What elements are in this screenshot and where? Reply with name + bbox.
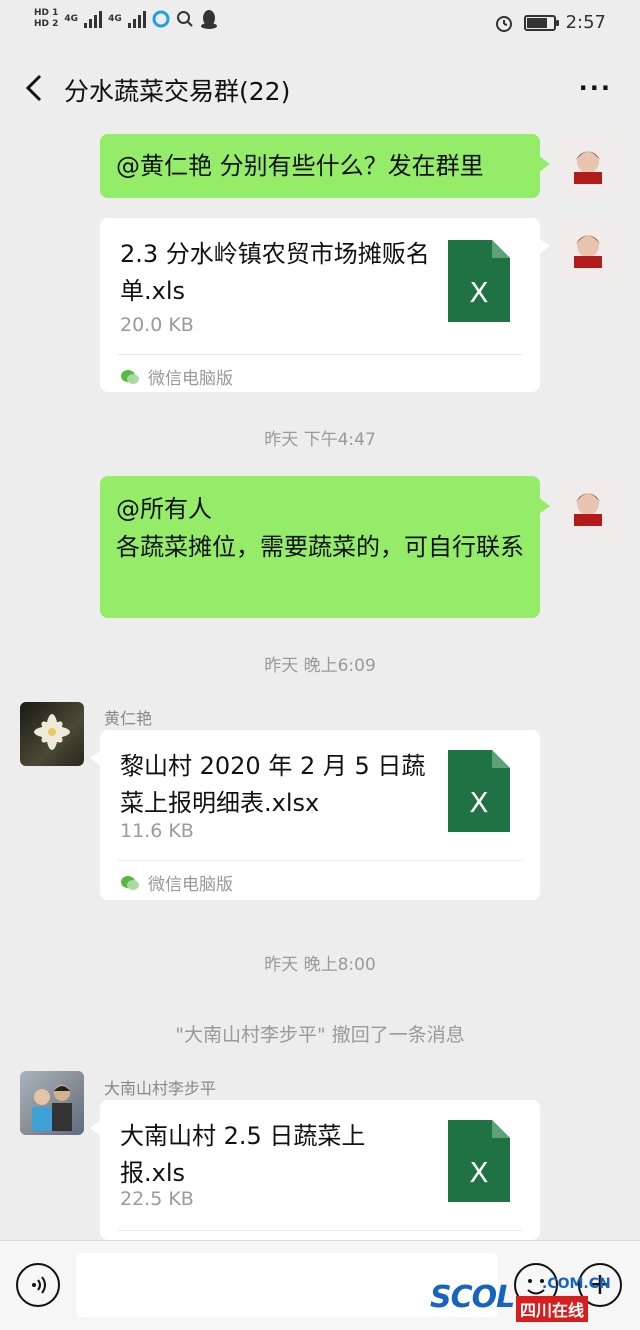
search-notification-icon: [176, 11, 193, 27]
sender-name: 黄仁艳: [104, 709, 153, 728]
chat-header: 分水蔬菜交易群(22) ···: [0, 48, 640, 128]
file-size: 22.5 KB: [120, 1188, 194, 1210]
voice-wave-icon: [32, 1276, 46, 1294]
timestamp: 昨天 晚上6:09: [264, 656, 376, 676]
chat-title: 分水蔬菜交易群(22): [64, 77, 291, 106]
file-message-card[interactable]: 大南山村 2.5 日蔬菜上报.xls 22.5 KB X: [90, 1100, 540, 1240]
my-avatar[interactable]: [556, 134, 620, 198]
my-avatar[interactable]: [556, 218, 620, 282]
recall-notice: "大南山村李步平" 撤回了一条消息: [175, 1024, 465, 1046]
hd-indicator: HD 1 HD 2: [34, 8, 58, 30]
file-source: 微信电脑版: [120, 364, 233, 389]
divider: [118, 354, 522, 355]
wechat-logo-icon: [121, 369, 139, 384]
hd2-label: HD 2: [34, 19, 59, 29]
message-text-line: @所有人: [116, 495, 212, 523]
message-bubble-outgoing[interactable]: @黄仁艳 分别有些什么？发在群里: [100, 134, 550, 198]
file-source-label: 微信电脑版: [148, 875, 233, 895]
hd1-label: HD 1: [34, 8, 59, 18]
message-text: @黄仁艳 分别有些什么？发在群里: [116, 152, 484, 180]
excel-icon-letter: X: [469, 276, 488, 309]
network1-label: 4G: [64, 14, 79, 24]
watermark-domain: .COM.CN: [542, 1276, 611, 1292]
flower-avatar-icon: [34, 714, 70, 750]
qq-penguin-icon: [200, 10, 217, 29]
file-name: 大南山村 2.5 日蔬菜上报.xls: [120, 1122, 366, 1187]
excel-file-icon: X: [448, 1120, 510, 1202]
voice-input-button[interactable]: [16, 1263, 60, 1307]
timestamp: 昨天 晚上8:00: [264, 955, 376, 975]
sender-avatar[interactable]: [20, 702, 84, 766]
excel-file-icon: X: [448, 240, 510, 322]
avatar-cartoon-icon: [574, 151, 602, 184]
file-source: 微信电脑版: [120, 870, 233, 895]
sender-name: 大南山村李步平: [104, 1079, 217, 1098]
status-bar: HD 1 HD 2 4G 4G 2:57: [0, 0, 640, 48]
watermark-brand: SCOL: [430, 1280, 515, 1315]
avatar-cartoon-icon: [574, 235, 602, 268]
wechat-logo-icon: [121, 875, 139, 890]
status-right: 2:57: [494, 12, 606, 33]
file-name: 黎山村 2020 年 2 月 5 日蔬菜上报明细表.xlsx: [120, 752, 426, 817]
timestamp: 昨天 下午4:47: [264, 430, 376, 450]
signal1-icon: [84, 10, 103, 28]
file-size: 20.0 KB: [120, 314, 194, 336]
excel-icon-letter: X: [469, 786, 488, 819]
sender-avatar[interactable]: [20, 1071, 84, 1135]
scol-watermark-logo: SCOL .COM.CN 四川在线: [430, 1276, 630, 1322]
more-options-icon[interactable]: ···: [579, 74, 612, 102]
message-bubble-outgoing[interactable]: @所有人 各蔬菜摊位，需要蔬菜的，可自行联系: [100, 476, 550, 618]
file-source-label: 微信电脑版: [148, 369, 233, 389]
file-message-card[interactable]: 2.3 分水岭镇农贸市场摊贩名单.xls 20.0 KB X 微信电脑版: [100, 218, 550, 392]
status-left: HD 1 HD 2 4G 4G: [34, 8, 218, 30]
status-time: 2:57: [565, 12, 606, 33]
battery-icon: [523, 14, 559, 31]
children-photo-avatar-icon: [32, 1085, 72, 1131]
excel-icon-letter: X: [469, 1156, 488, 1189]
alarm-clock-icon: [495, 15, 512, 32]
divider: [118, 860, 522, 861]
back-arrow-icon[interactable]: [20, 72, 52, 104]
battery-level-fill: [526, 17, 548, 28]
message-text-line: 各蔬菜摊位，需要蔬菜的，可自行联系: [116, 533, 524, 561]
avatar-cartoon-icon: [574, 493, 602, 526]
file-name: 2.3 分水岭镇农贸市场摊贩名单.xls: [120, 240, 430, 305]
file-message-card[interactable]: 黎山村 2020 年 2 月 5 日蔬菜上报明细表.xlsx 11.6 KB X…: [90, 730, 540, 900]
app-notification-icon: [152, 10, 170, 28]
excel-file-icon: X: [448, 750, 510, 832]
watermark-name: 四川在线: [516, 1296, 589, 1322]
divider: [118, 1230, 522, 1231]
file-size: 11.6 KB: [120, 820, 194, 842]
my-avatar[interactable]: [556, 476, 620, 540]
network2-label: 4G: [108, 14, 122, 24]
signal2-icon: [127, 10, 146, 28]
